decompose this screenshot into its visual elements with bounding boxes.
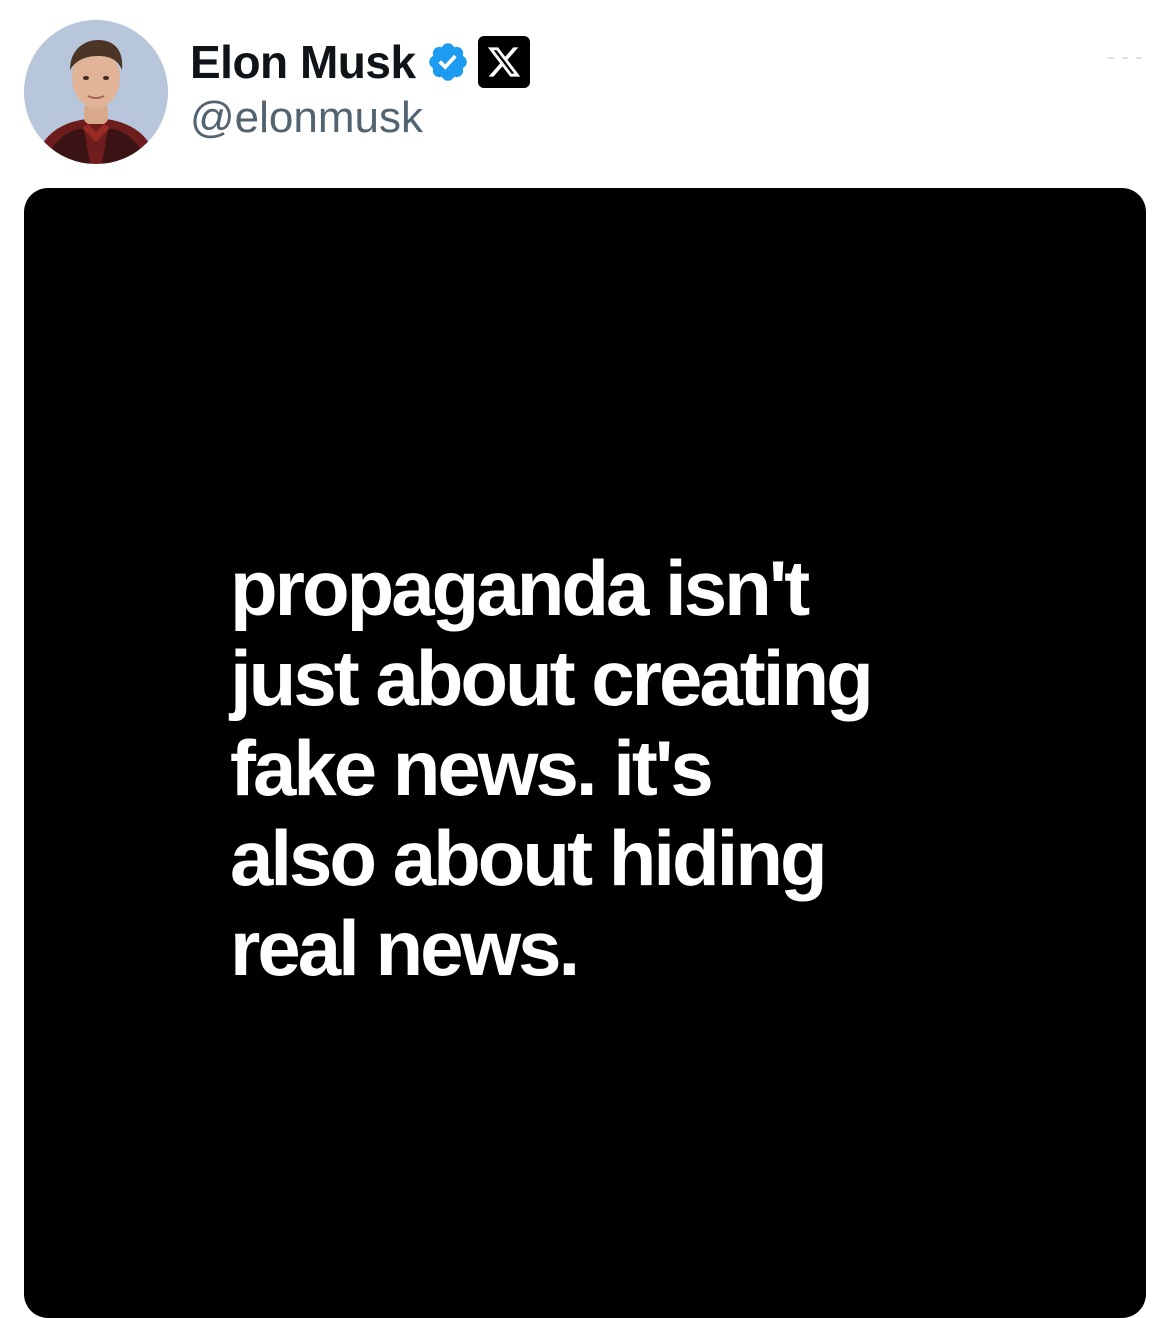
author-display-name[interactable]: Elon Musk: [190, 39, 416, 85]
author-name-row: Elon Musk: [190, 34, 530, 90]
verified-checkmark-icon[interactable]: [426, 40, 470, 84]
x-logo-icon: [477, 36, 530, 88]
media-quote-text: propaganda isn't just about creating fak…: [230, 544, 874, 992]
more-options-icon[interactable]: [1108, 48, 1142, 68]
post-header: Elon Musk @elonmusk: [0, 0, 1170, 190]
avatar[interactable]: [24, 20, 168, 164]
author-handle[interactable]: @elonmusk: [190, 96, 423, 140]
avatar-image: [24, 20, 168, 164]
post-media[interactable]: propaganda isn't just about creating fak…: [24, 188, 1146, 1318]
